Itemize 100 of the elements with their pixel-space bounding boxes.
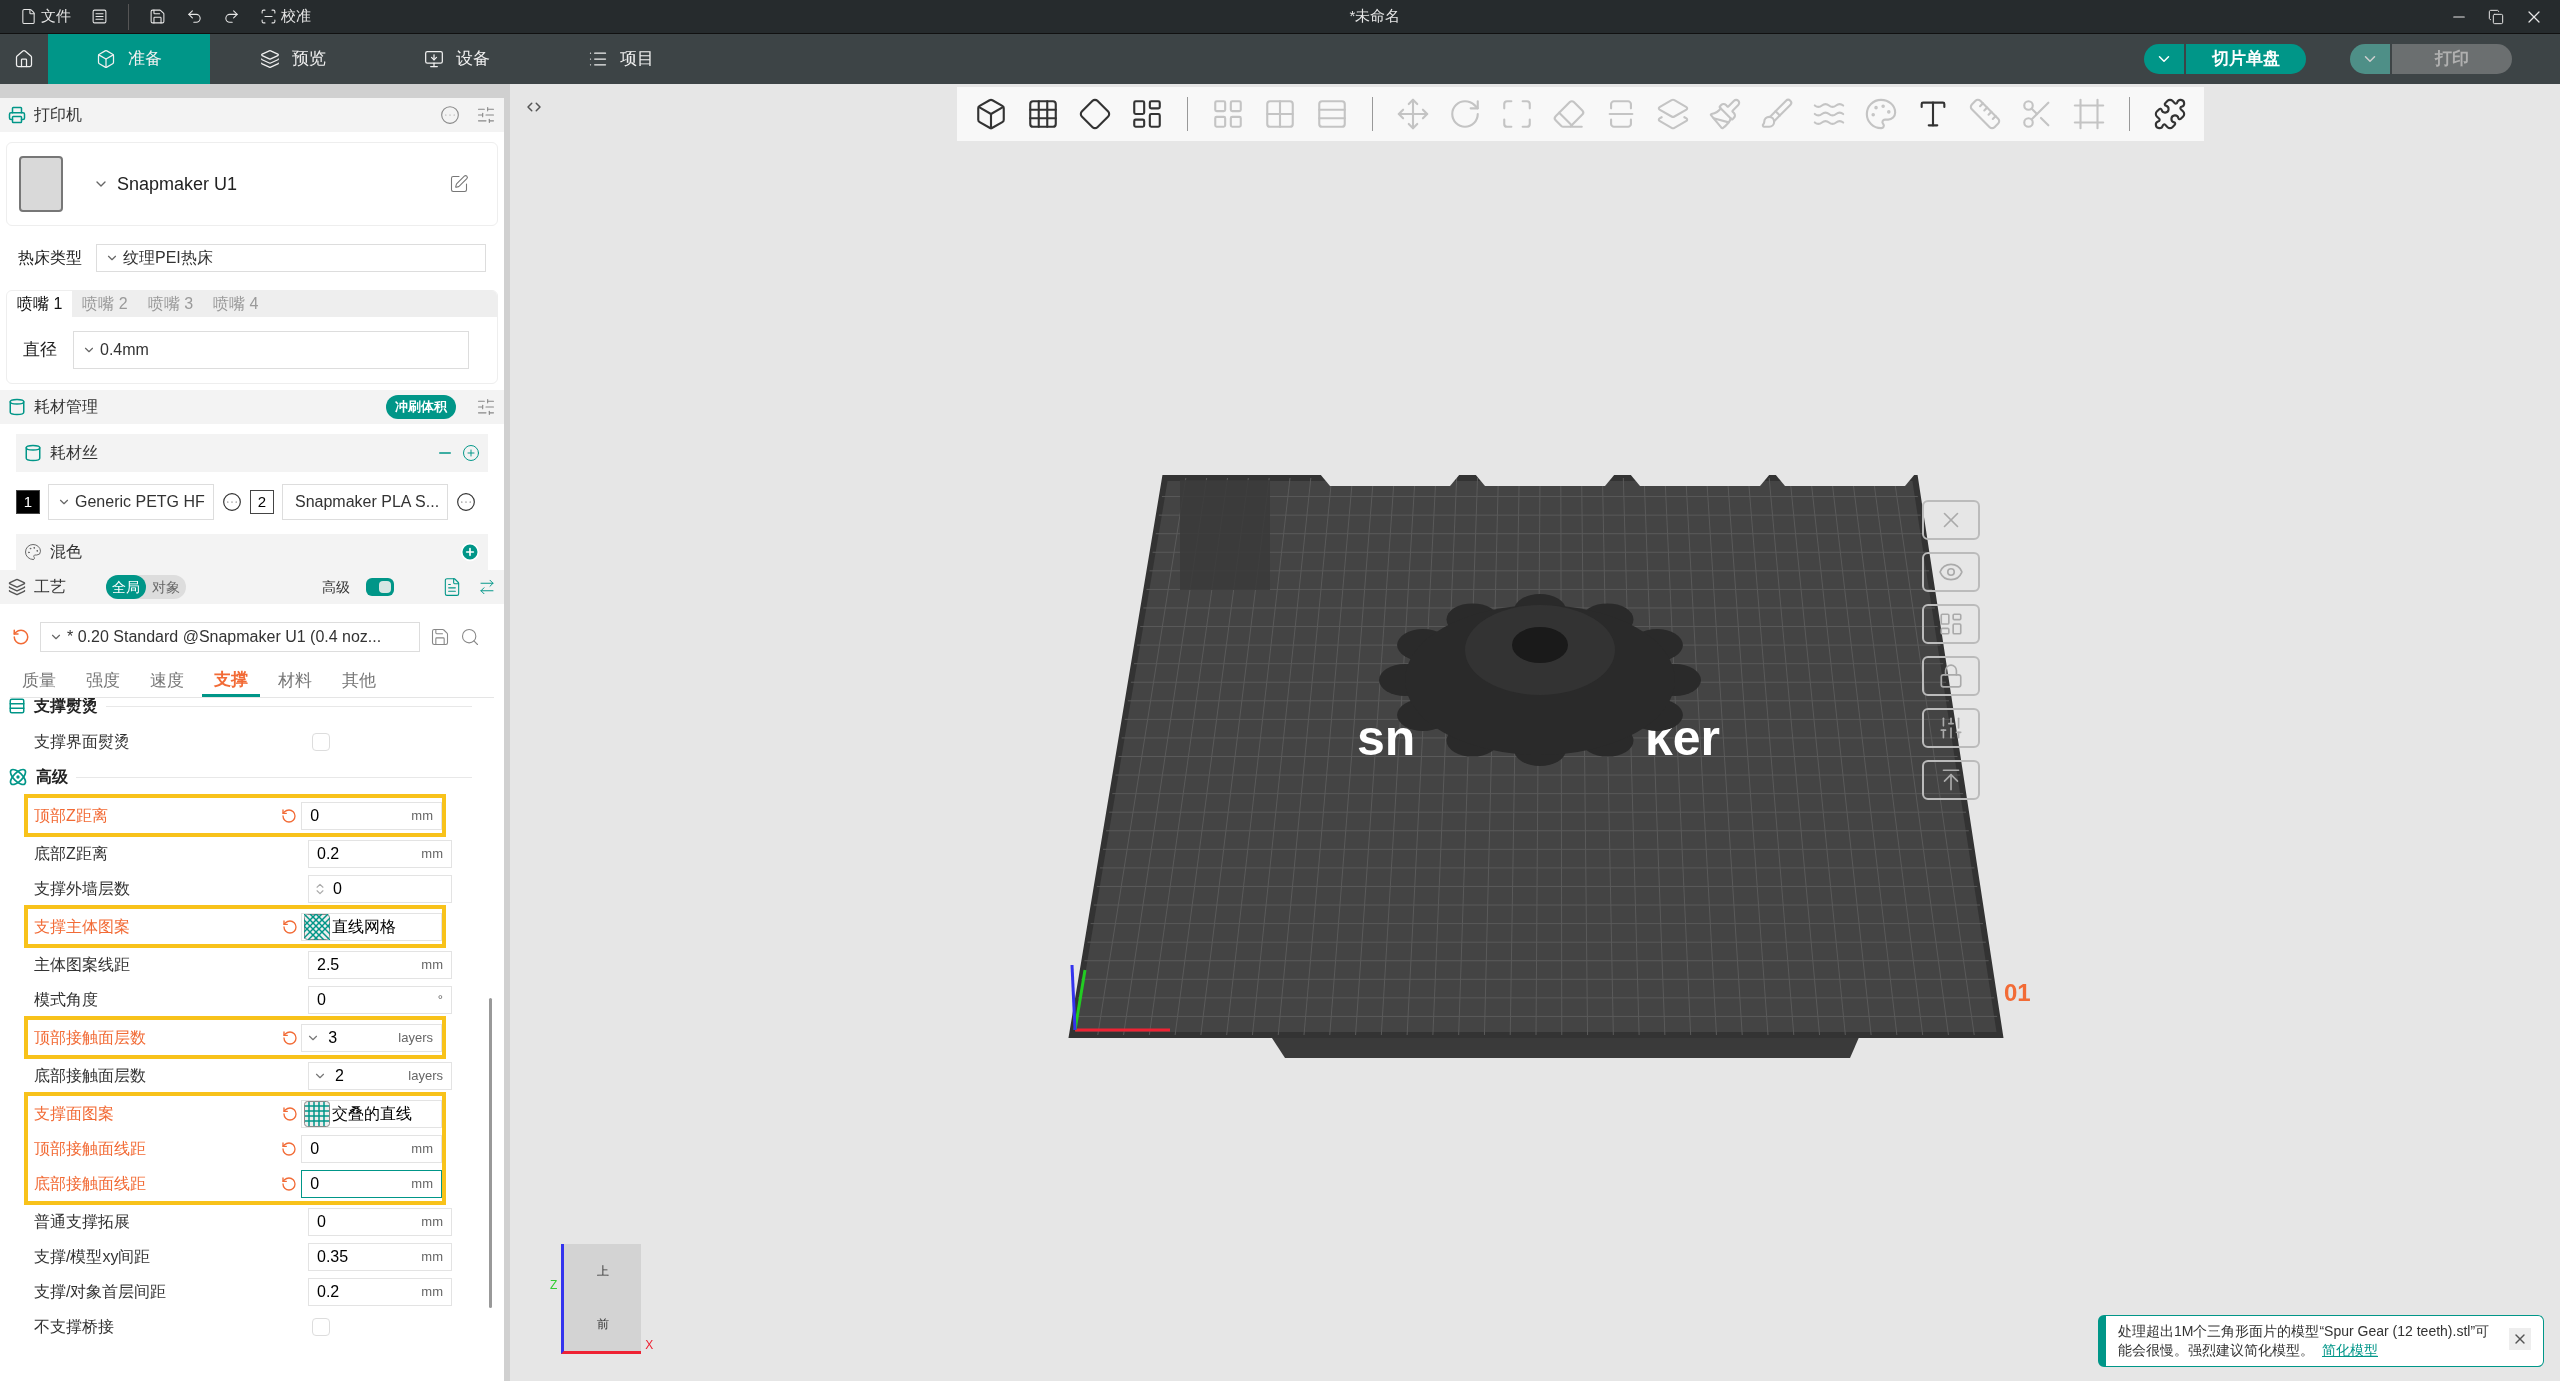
nozzle-tab[interactable]: 喷嘴 1 xyxy=(7,291,73,317)
settings-tab[interactable]: 其他 xyxy=(330,665,388,697)
spool-icon xyxy=(8,398,26,416)
printer-icon xyxy=(8,106,26,124)
unit-label: mm xyxy=(411,1139,433,1158)
dropdown-button[interactable] xyxy=(2144,44,2184,74)
action-button[interactable]: 切片单盘 xyxy=(2186,44,2306,74)
main-tab[interactable]: 预览 xyxy=(212,34,374,84)
number-field[interactable]: 0 ° xyxy=(308,985,452,1014)
dropdown-field[interactable]: Generic PETG HF xyxy=(48,484,214,520)
unit-label: layers xyxy=(398,1028,434,1047)
frame-icon xyxy=(2072,97,2106,131)
home-icon xyxy=(14,49,34,69)
section-title: 支撑熨烫 xyxy=(34,698,98,716)
view-cube[interactable]: 上 前 xyxy=(561,1244,642,1354)
number-field[interactable]: 0.2 mm xyxy=(308,839,452,868)
unit-label: mm xyxy=(411,806,433,825)
number-field[interactable]: 0 mm xyxy=(301,1169,442,1198)
setting-label: 支撑主体图案 xyxy=(34,916,131,937)
more-icon[interactable] xyxy=(222,492,242,512)
section-title: 打印机 xyxy=(34,105,82,125)
brush-icon xyxy=(1760,97,1794,131)
plate-tool-button[interactable] xyxy=(1922,656,1980,696)
unit-label: mm xyxy=(421,955,443,974)
grid-pattern-icon xyxy=(304,1100,331,1127)
settings-tab[interactable]: 速度 xyxy=(138,665,196,697)
pattern-dropdown[interactable]: 直线网格 xyxy=(301,912,442,941)
reset-icon[interactable] xyxy=(12,628,30,646)
reset-icon[interactable] xyxy=(281,807,298,824)
number-field[interactable]: 0 mm xyxy=(301,801,442,830)
main-tab[interactable]: 项目 xyxy=(540,34,702,84)
reset-icon[interactable] xyxy=(281,1175,298,1192)
reset-icon[interactable] xyxy=(281,1105,298,1122)
setting-label: 支撑/对象首层间距 xyxy=(34,1281,168,1302)
simplify-link[interactable]: 简化模型 xyxy=(2322,1342,2378,1358)
compare-icon[interactable] xyxy=(478,578,496,596)
flush-volume-badge[interactable]: 冲刷体积 xyxy=(386,395,456,419)
bed-logo-text: sn xyxy=(1357,710,1416,766)
plate-tool-button[interactable] xyxy=(1922,760,1980,800)
settings-icon[interactable] xyxy=(476,105,496,125)
add-filament-icon[interactable] xyxy=(462,444,480,462)
filament-color-swatch[interactable]: 2 xyxy=(250,490,274,514)
save-icon[interactable] xyxy=(430,627,450,647)
add-icon[interactable] xyxy=(460,542,480,562)
restore-icon[interactable] xyxy=(2488,8,2504,25)
unit-label: ° xyxy=(437,990,443,1009)
setting-label: 普通支撑拓展 xyxy=(34,1211,131,1232)
setting-label: 主体图案线距 xyxy=(34,954,131,975)
dropdown-field[interactable]: 0.4mm xyxy=(73,331,469,369)
edit-icon[interactable] xyxy=(449,174,469,194)
checkbox[interactable] xyxy=(312,732,330,751)
add-cube-icon xyxy=(974,97,1008,131)
reset-icon[interactable] xyxy=(281,1140,298,1157)
reset-icon[interactable] xyxy=(281,918,298,935)
advanced-switch[interactable] xyxy=(366,578,394,596)
scope-toggle[interactable]: 全局 对象 xyxy=(106,575,186,599)
spin-field[interactable]: 0 xyxy=(308,874,452,903)
cube-face-label: 上 xyxy=(596,1262,609,1280)
close-button[interactable] xyxy=(2509,1328,2531,1350)
settings-tab[interactable]: 强度 xyxy=(74,665,132,697)
save-icon xyxy=(149,8,166,25)
pattern-dropdown[interactable]: 交叠的直线 xyxy=(301,1099,442,1128)
dropdown-field[interactable]: 3 layers xyxy=(301,1023,442,1052)
number-field[interactable]: 0.35 mm xyxy=(308,1242,452,1271)
reset-icon[interactable] xyxy=(281,1029,298,1046)
settings-icon[interactable] xyxy=(476,397,496,417)
settings-tab[interactable]: 材料 xyxy=(266,665,324,697)
scope-option[interactable]: 全局 xyxy=(106,575,146,599)
number-field[interactable]: 2.5 mm xyxy=(308,950,452,979)
search-icon[interactable] xyxy=(460,627,480,647)
number-field[interactable]: 0 mm xyxy=(308,1207,452,1236)
dropdown-field[interactable]: Snapmaker PLA S... xyxy=(282,484,448,520)
scrollbar[interactable] xyxy=(489,998,492,1308)
ruler-icon xyxy=(1968,97,2002,131)
field-label: 直径 xyxy=(23,339,57,362)
dropdown-field[interactable]: 2 layers xyxy=(308,1061,452,1090)
filament-color-swatch[interactable]: 1 xyxy=(16,490,40,514)
list-icon[interactable] xyxy=(442,577,462,597)
plate-tool-button[interactable] xyxy=(1922,552,1980,592)
file-menu[interactable]: 文件 xyxy=(12,2,79,31)
calibrate-icon xyxy=(260,8,277,25)
setting-label: 支撑面图案 xyxy=(34,1103,115,1124)
add-plate-icon xyxy=(1026,97,1060,131)
plate-tool-button[interactable] xyxy=(1922,708,1980,748)
scope-option[interactable]: 对象 xyxy=(146,575,186,599)
plate-tool-button[interactable] xyxy=(1922,604,1980,644)
checkbox[interactable] xyxy=(312,1317,330,1336)
file-icon xyxy=(20,8,37,25)
main-tab[interactable]: 设备 xyxy=(376,34,538,84)
number-field[interactable]: 0 mm xyxy=(301,1134,442,1163)
more-icon[interactable] xyxy=(456,492,476,512)
dropdown-field[interactable]: 纹理PEI热床 xyxy=(96,244,486,272)
dropdown-field[interactable]: * 0.20 Standard @Snapmaker U1 (0.4 noz... xyxy=(40,622,420,652)
number-field[interactable]: 0.2 mm xyxy=(308,1277,452,1306)
unit-label: mm xyxy=(411,1174,433,1193)
redo-icon xyxy=(223,8,240,25)
calibrate-button[interactable]: 校准 xyxy=(252,2,319,31)
unit-label: layers xyxy=(408,1066,444,1085)
printer-card[interactable]: Snapmaker U1 xyxy=(6,142,498,226)
settings-tab[interactable]: 质量 xyxy=(10,665,68,697)
